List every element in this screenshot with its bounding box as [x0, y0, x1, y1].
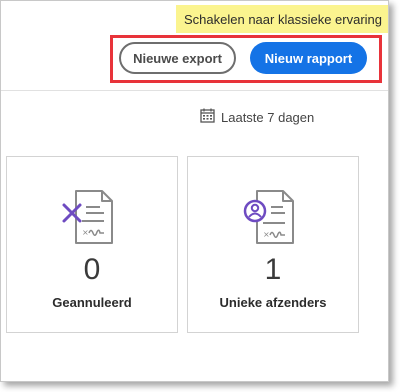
unique-senders-count: 1 [264, 253, 282, 286]
date-range-label: Laatste 7 dagen [221, 109, 315, 125]
cancelled-document-icon: × [60, 185, 124, 249]
new-report-button[interactable]: Nieuw rapport [250, 42, 367, 74]
unique-senders-label: Unieke afzenders [219, 295, 327, 310]
cancelled-count: 0 [83, 253, 101, 286]
stat-card-cancelled[interactable]: × 0 Geannuleerd [6, 156, 178, 333]
new-export-button[interactable]: Nieuwe export [119, 42, 236, 74]
stat-card-unique-senders[interactable]: × 1 Unieke afzenders [187, 156, 359, 333]
dashboard-panel: Schakelen naar klassieke ervaring Nieuwe… [0, 0, 389, 382]
header-divider [1, 90, 388, 91]
cancelled-label: Geannuleerd [52, 295, 132, 310]
svg-text:×: × [263, 230, 270, 239]
switch-experience-banner[interactable]: Schakelen naar klassieke ervaring [176, 5, 388, 33]
date-range-filter[interactable]: Laatste 7 dagen [200, 107, 314, 127]
calendar-icon [200, 108, 215, 126]
svg-text:×: × [82, 228, 89, 237]
sender-document-icon: × [241, 185, 305, 249]
